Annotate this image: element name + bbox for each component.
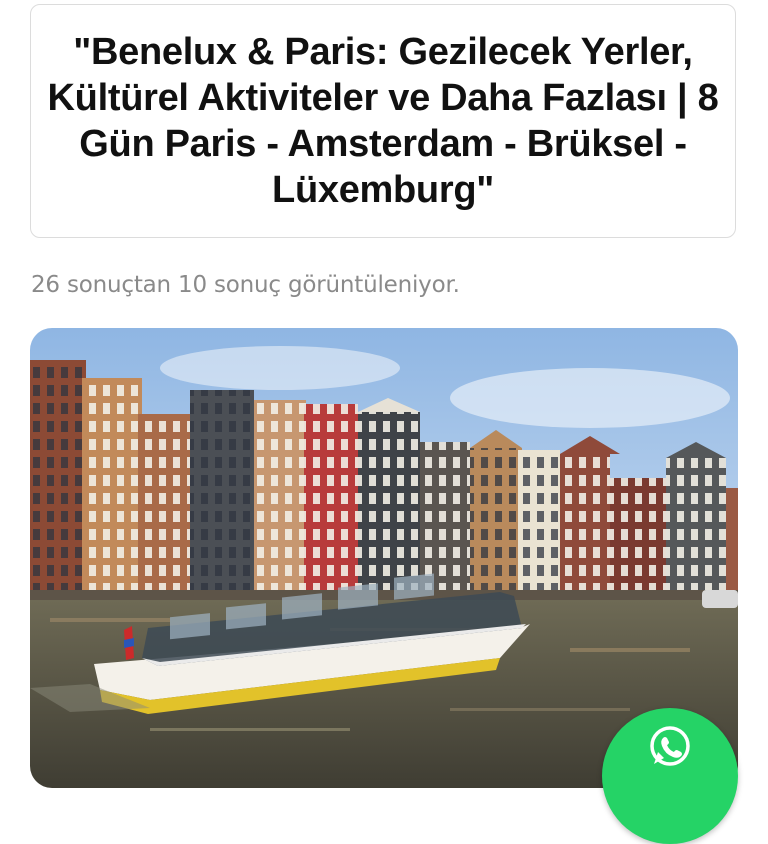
product-title-card[interactable]: "Benelux & Paris: Gezilecek Yerler, Kült… bbox=[30, 4, 736, 238]
product-title[interactable]: "Benelux & Paris: Gezilecek Yerler, Kült… bbox=[31, 29, 735, 213]
whatsapp-button[interactable] bbox=[602, 708, 738, 844]
result-count-text: 26 sonuçtan 10 sonuç görüntüleniyor. bbox=[31, 272, 460, 298]
whatsapp-icon bbox=[650, 726, 690, 766]
